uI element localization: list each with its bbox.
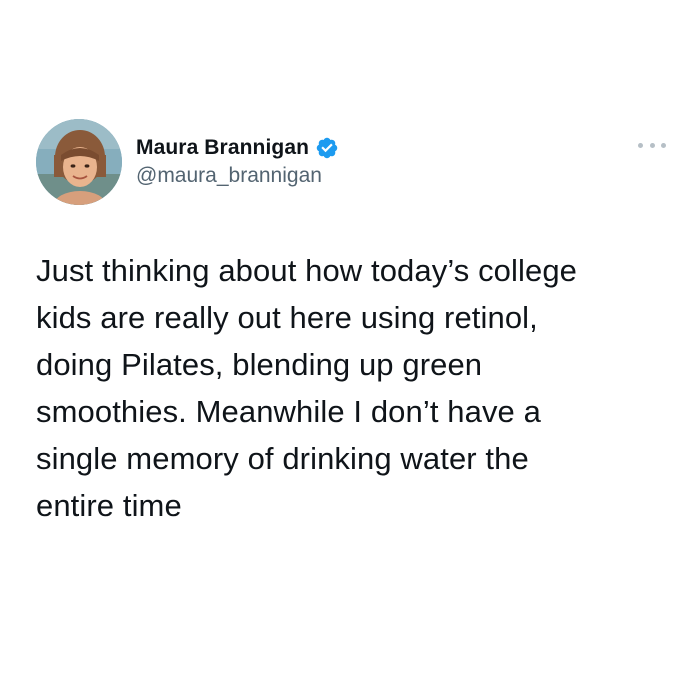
more-options-icon[interactable] xyxy=(638,138,666,152)
avatar-photo xyxy=(36,119,122,205)
handle[interactable]: @maura_brannigan xyxy=(136,164,322,188)
author-name-row: Maura Brannigan xyxy=(136,134,339,162)
tweet-text: Just thinking about how today’s college … xyxy=(36,253,578,523)
tweet-card: Maura Brannigan @maura_brannigan Just th… xyxy=(0,0,700,700)
verified-badge-icon xyxy=(316,137,338,159)
avatar[interactable] xyxy=(36,119,122,205)
display-name[interactable]: Maura Brannigan xyxy=(136,136,309,160)
